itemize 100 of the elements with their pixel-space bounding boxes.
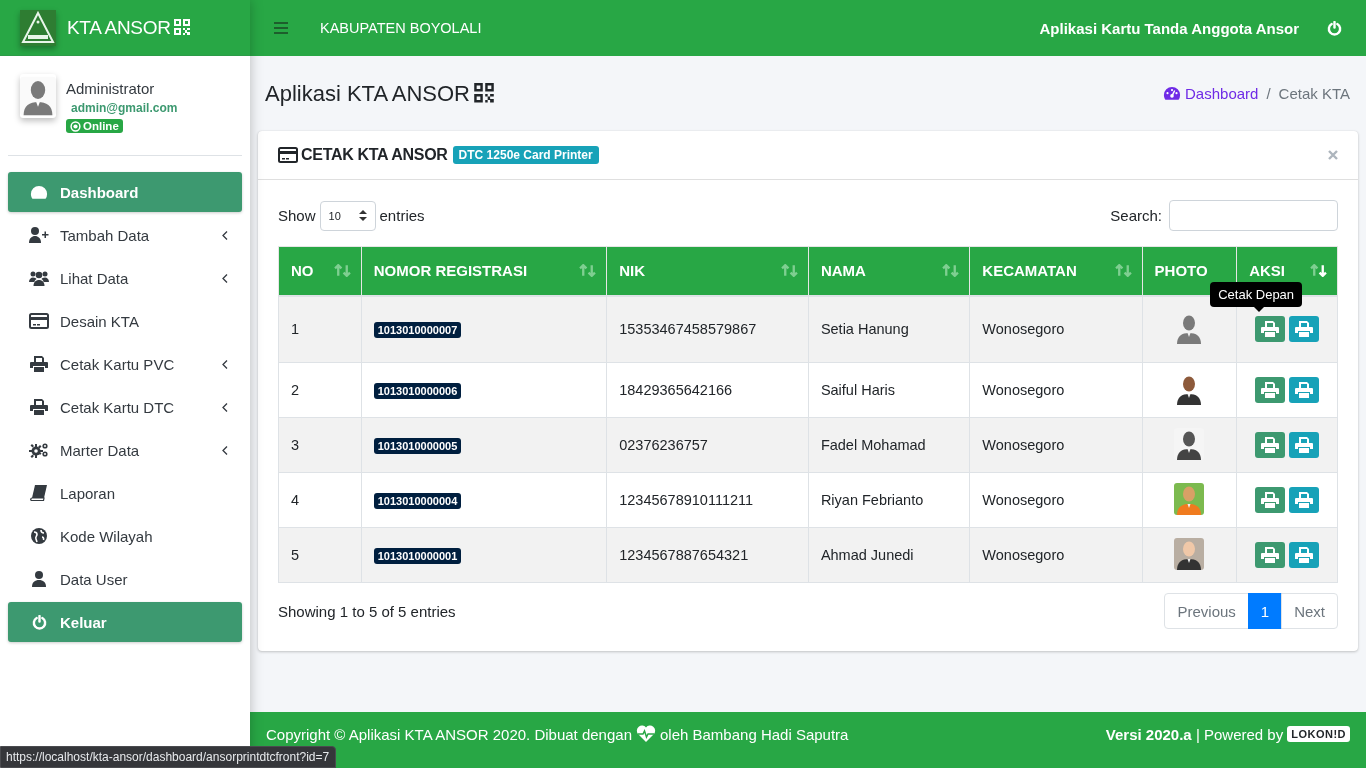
print-front-button[interactable]	[1255, 432, 1286, 458]
table-cell: 2	[278, 362, 362, 418]
sidebar-item[interactable]: Cetak Kartu DTC	[8, 387, 242, 427]
registration-number-badge: 1013010000004	[373, 493, 462, 509]
app-name: Aplikasi Kartu Tanda Anggota Ansor	[1039, 19, 1299, 37]
sort-arrows-icon[interactable]	[579, 264, 597, 278]
sidebar-item[interactable]: Cetak Kartu PVC	[8, 344, 242, 384]
show-label: Show	[278, 207, 316, 224]
logo-icon	[20, 9, 56, 46]
printer-icon	[1261, 492, 1280, 508]
sort-arrows-icon[interactable]	[333, 264, 351, 278]
user-icon	[32, 571, 46, 587]
table-cell: Setia Hanung	[808, 295, 970, 363]
user-plus-icon	[29, 227, 49, 243]
column-header[interactable]: NOMOR REGISTRASI	[361, 246, 607, 296]
user-avatar-icon	[20, 74, 56, 118]
table-cell: Riyan Febrianto	[808, 472, 970, 528]
print-front-button[interactable]	[1255, 487, 1286, 513]
sort-arrows-icon[interactable]	[1310, 264, 1327, 278]
table-cell: Wonosegoro	[969, 362, 1143, 418]
printer-icon	[1295, 492, 1314, 508]
table-cell: 1234567887654321	[606, 527, 809, 583]
sort-arrows-icon[interactable]	[942, 264, 960, 278]
search-label: Search:	[1110, 207, 1162, 224]
column-header[interactable]: NIK	[606, 246, 809, 296]
entries-info: Showing 1 to 5 of 5 entries	[278, 602, 456, 620]
author-text: oleh Bambang Hadi Saputra	[660, 725, 849, 743]
sort-arrows-icon[interactable]	[780, 264, 798, 278]
printer-icon	[1261, 321, 1280, 338]
table-cell: 4	[278, 472, 362, 528]
registration-number-badge: 1013010000006	[373, 383, 462, 399]
breadcrumb-link[interactable]: Dashboard	[1163, 85, 1259, 102]
column-header[interactable]: NO	[278, 246, 362, 296]
sidebar-item[interactable]: Desain KTA	[8, 301, 242, 341]
table-cell: Wonosegoro	[969, 417, 1143, 473]
entries-select[interactable]: 10	[319, 200, 376, 231]
qr-code-icon	[173, 18, 190, 37]
column-header[interactable]: KECAMATAN	[969, 246, 1143, 296]
print-back-button[interactable]	[1289, 542, 1320, 568]
credit-card-icon	[278, 147, 298, 163]
sidebar-item[interactable]: Data User	[8, 559, 242, 599]
pagination-button[interactable]: Previous	[1164, 593, 1249, 629]
table-cell: 02376236757	[606, 417, 809, 473]
table-cell: Fadel Mohamad	[808, 417, 970, 473]
page-title: Aplikasi KTA ANSOR	[265, 80, 470, 107]
print-back-button[interactable]	[1289, 487, 1320, 513]
breadcrumb-separator: /	[1266, 85, 1271, 102]
sort-arrows-icon[interactable]	[1114, 264, 1132, 278]
pagination-button[interactable]: Next	[1281, 593, 1338, 629]
online-status-badge: Online	[66, 119, 123, 133]
table-cell: Ahmad Junedi	[808, 527, 970, 583]
sidebar-item[interactable]: Laporan	[8, 473, 242, 513]
printer-icon	[1261, 437, 1280, 453]
version-text: Versi 2020.a | Powered by	[1105, 725, 1284, 743]
sidebar-item[interactable]: Tambah Data	[8, 215, 242, 255]
printer-icon	[1261, 547, 1280, 563]
registration-number-badge: 1013010000005	[373, 438, 462, 454]
column-header[interactable]: NAMA	[808, 246, 970, 296]
printer-icon	[1295, 437, 1314, 453]
printer-icon	[1295, 547, 1314, 563]
printer-icon	[1295, 382, 1314, 398]
table-cell: Wonosegoro	[969, 472, 1143, 528]
search-field[interactable]	[1169, 200, 1338, 231]
power-icon[interactable]	[1327, 20, 1342, 36]
table-cell: 18429365642166	[606, 362, 809, 418]
qr-code-icon	[474, 82, 494, 105]
sidebar-item[interactable]: Marter Data	[8, 430, 242, 470]
print-back-button[interactable]	[1289, 377, 1320, 403]
printer-icon	[30, 399, 48, 415]
select-arrows-icon	[358, 210, 367, 221]
entries-label: entries	[379, 207, 425, 224]
card-title: CETAK KTA ANSOR	[301, 146, 448, 164]
print-back-button[interactable]	[1289, 432, 1320, 458]
table-cell: 12345678910111211	[606, 472, 809, 528]
globe-icon	[31, 528, 47, 544]
print-front-button[interactable]	[1255, 316, 1286, 343]
link-preview-url: https://localhost/kta-ansor/dashboard/ansorprintdtcfront?id=7	[0, 746, 337, 768]
table-cell: 3	[278, 417, 362, 473]
logout-menu-item[interactable]: Keluar	[8, 602, 242, 642]
region-name: KABUPATEN BOYOLALI	[320, 20, 483, 36]
close-icon[interactable]	[1328, 150, 1338, 160]
user-name: Administrator	[66, 80, 155, 97]
menu-icon[interactable]	[274, 22, 288, 34]
table-cell: 5	[278, 527, 362, 583]
book-icon	[30, 485, 48, 501]
sidebar-item[interactable]: Kode Wilayah	[8, 516, 242, 556]
table-cell: Saiful Haris	[808, 362, 970, 418]
printer-icon	[30, 356, 48, 372]
registration-number-badge: 1013010000007	[373, 322, 462, 339]
user-email: admin@gmail.com	[71, 101, 178, 115]
print-front-button[interactable]	[1255, 542, 1286, 568]
sidebar-item[interactable]: Lihat Data	[8, 258, 242, 298]
heart-pulse-icon	[636, 725, 656, 743]
print-back-button[interactable]	[1289, 316, 1320, 343]
printer-badge: DTC 1250e Card Printer	[452, 146, 599, 164]
users-icon	[29, 270, 49, 286]
breadcrumb-current: Cetak KTA	[1278, 85, 1350, 102]
sidebar-item[interactable]: Dashboard	[8, 172, 242, 212]
power-icon	[31, 614, 47, 630]
print-front-button[interactable]	[1255, 377, 1286, 403]
